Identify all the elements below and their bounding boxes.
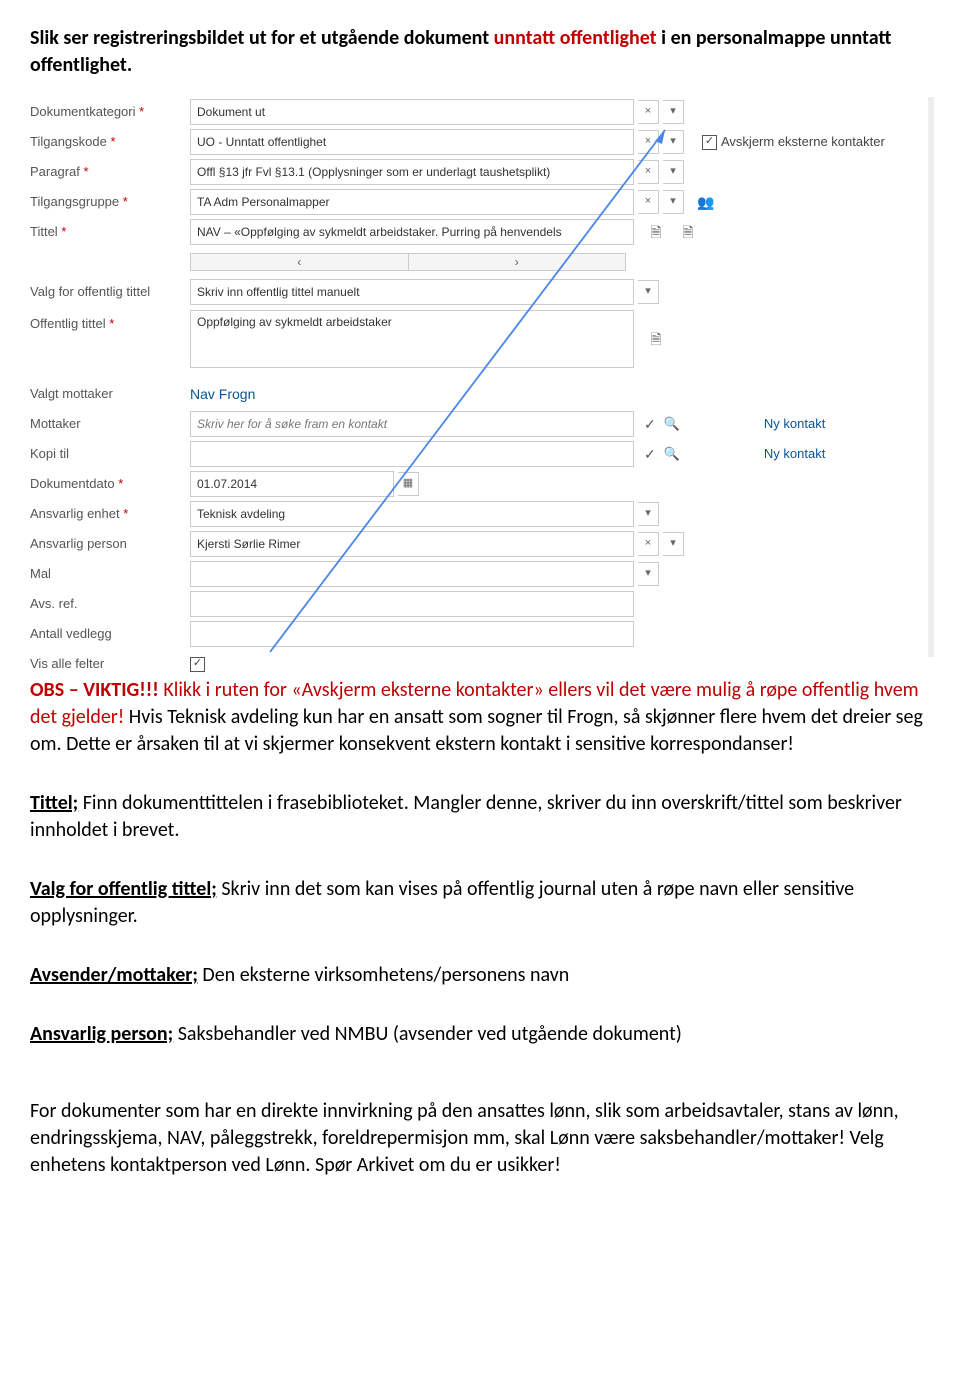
mottaker-search-input[interactable]: Skriv her for å søke fram en kontakt [190,411,634,437]
obs-paragraph: OBS – VIKTIG!!! Klikk i ruten for «Avskj… [30,677,930,758]
checkbox-checked-icon: ✓ [702,135,717,150]
label-antall-vedlegg: Antall vedlegg [30,626,190,642]
label-valg-offentlig: Valg for offentlig tittel [30,284,190,300]
label-dokumentkategori: Dokumentkategori * [30,104,190,120]
clear-icon[interactable]: × [638,100,659,124]
label-valgt-mottaker: Valgt mottaker [30,386,190,402]
label-paragraf: Paragraf * [30,164,190,180]
people-icon[interactable]: 👥 [696,192,716,212]
label-ansvarlig-enhet: Ansvarlig enhet * [30,506,190,522]
label-tilgangskode: Tilgangskode * [30,134,190,150]
valgt-mottaker-link[interactable]: Nav Frogn [190,386,255,403]
doc-icon[interactable]: 🗎 [646,329,666,349]
calendar-icon[interactable]: ▦ [398,472,419,496]
chevron-down-icon[interactable]: ▾ [638,502,659,526]
mal-select[interactable] [190,561,634,587]
chevron-down-icon[interactable]: ▾ [638,280,659,304]
chevron-down-icon[interactable]: ▾ [663,532,684,556]
ansvarlig-paragraph: Ansvarlig person; Saksbehandler ved NMBU… [30,1021,930,1048]
scroll-right-button[interactable]: › [409,253,627,271]
registration-form: Dokumentkategori * Dokument ut × ▾ Tilga… [30,97,930,657]
avs-ref-input[interactable] [190,591,634,617]
label-kopi-til: Kopi til [30,446,190,462]
check-icon[interactable]: ✓ [644,416,656,433]
label-mottaker: Mottaker [30,416,190,432]
scrollbar-hint [928,97,934,657]
offentlig-tittel-textarea[interactable]: Oppfølging av sykmeldt arbeidstaker [190,310,634,368]
valg-paragraph: Valg for offentlig tittel; Skriv inn det… [30,876,930,930]
doc-icon[interactable]: 🗎 [678,222,698,242]
vis-alle-felter-checkbox[interactable]: ✓ [190,657,205,672]
ny-kontakt-link[interactable]: Ny kontakt [764,416,825,432]
search-icon[interactable]: 🔍 [664,416,680,432]
chevron-down-icon[interactable]: ▾ [638,562,659,586]
clear-icon[interactable]: × [638,190,659,214]
dokumentkategori-select[interactable]: Dokument ut [190,99,634,125]
antall-vedlegg-input[interactable] [190,621,634,647]
label-mal: Mal [30,566,190,582]
label-dokumentdato: Dokumentdato * [30,476,190,492]
clear-icon[interactable]: × [638,532,659,556]
chevron-down-icon[interactable]: ▾ [663,130,684,154]
label-ansvarlig-person: Ansvarlig person [30,536,190,552]
label-offentlig-tittel: Offentlig tittel * [30,310,190,332]
avskjerm-checkbox[interactable]: ✓ Avskjerm eksterne kontakter [702,134,885,150]
tilgangskode-select[interactable]: UO - Unntatt offentlighet [190,129,634,155]
ansvarlig-enhet-select[interactable]: Teknisk avdeling [190,501,634,527]
footer-paragraph: For dokumenter som har en direkte innvir… [30,1098,930,1179]
tittel-input[interactable]: NAV – «Oppfølging av sykmeldt arbeidstak… [190,219,634,245]
check-icon[interactable]: ✓ [644,446,656,463]
doc-plus-icon[interactable]: 🗎 [646,222,666,242]
paragraf-select[interactable]: Offl §13 jfr Fvl §13.1 (Opplysninger som… [190,159,634,185]
valg-offentlig-select[interactable]: Skriv inn offentlig tittel manuelt [190,279,634,305]
tittel-paragraph: Tittel; Finn dokumenttittelen i frasebib… [30,790,930,844]
chevron-down-icon[interactable]: ▾ [663,100,684,124]
label-tilgangsgruppe: Tilgangsgruppe * [30,194,190,210]
clear-icon[interactable]: × [638,160,659,184]
label-tittel: Tittel * [30,224,190,240]
search-icon[interactable]: 🔍 [664,446,680,462]
ansvarlig-person-select[interactable]: Kjersti Sørlie Rimer [190,531,634,557]
dokumentdato-input[interactable]: 01.07.2014 [190,471,394,497]
scroll-left-button[interactable]: ‹ [190,253,409,271]
label-vis-alle-felter: Vis alle felter [30,656,190,672]
kopi-til-input[interactable] [190,441,634,467]
clear-icon[interactable]: × [638,130,659,154]
ny-kontakt-link[interactable]: Ny kontakt [764,446,825,462]
tilgangsgruppe-select[interactable]: TA Adm Personalmapper [190,189,634,215]
label-avs-ref: Avs. ref. [30,596,190,612]
page-title: Slik ser registreringsbildet ut for et u… [30,25,930,79]
chevron-down-icon[interactable]: ▾ [663,190,684,214]
avsender-paragraph: Avsender/mottaker; Den eksterne virksomh… [30,962,930,989]
chevron-down-icon[interactable]: ▾ [663,160,684,184]
